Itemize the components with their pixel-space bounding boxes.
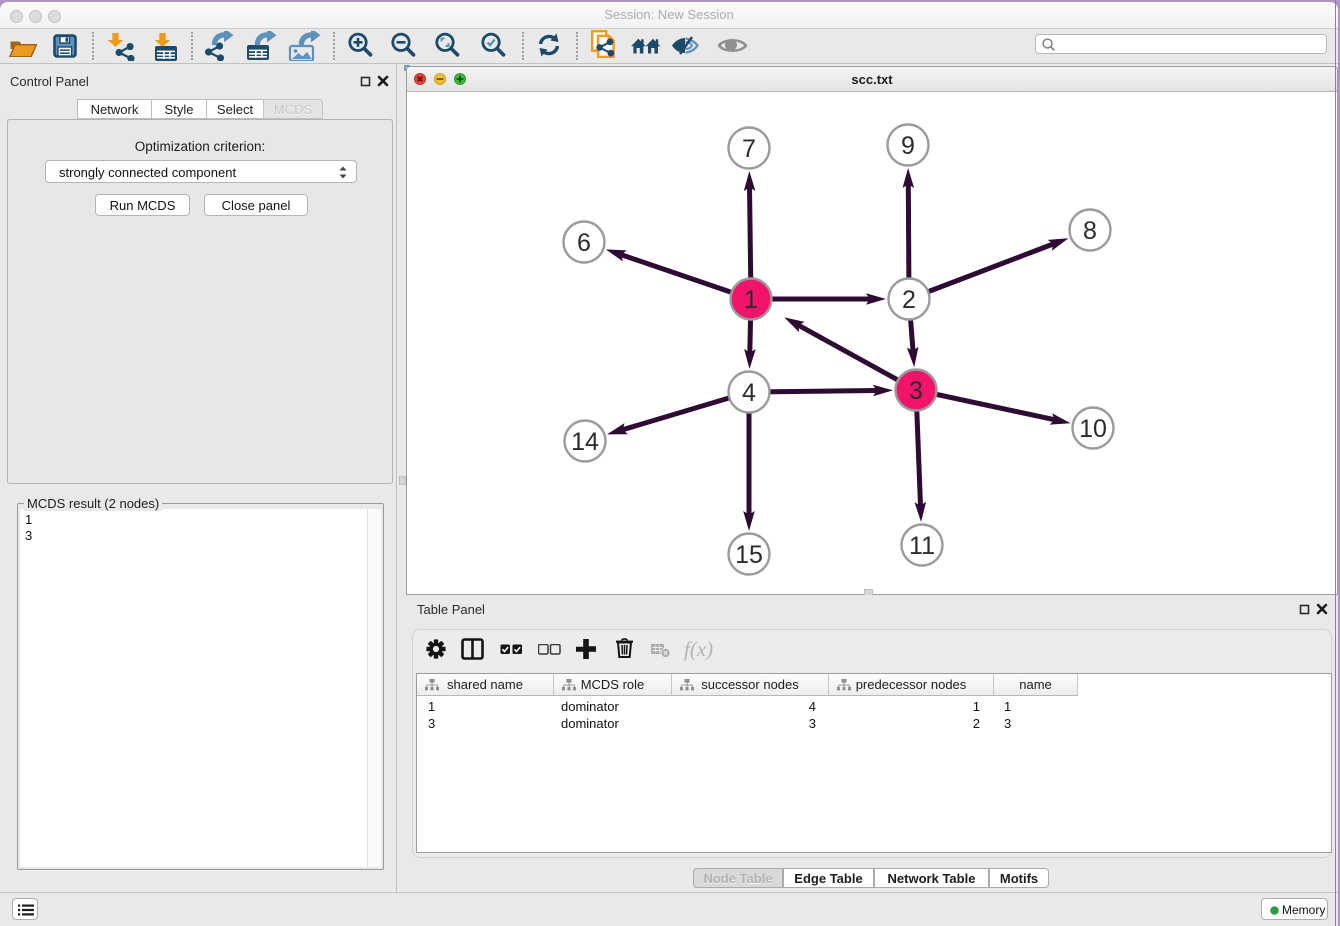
- svg-text:2: 2: [902, 286, 916, 314]
- svg-text:8: 8: [1083, 217, 1097, 245]
- svg-text:10: 10: [1079, 415, 1107, 443]
- svg-text:15: 15: [735, 541, 763, 569]
- svg-text:11: 11: [909, 532, 935, 560]
- svg-text:6: 6: [577, 229, 591, 257]
- svg-text:1: 1: [744, 286, 758, 314]
- svg-text:14: 14: [571, 428, 599, 456]
- svg-text:3: 3: [909, 377, 923, 405]
- svg-text:7: 7: [742, 135, 756, 163]
- svg-text:4: 4: [742, 379, 756, 407]
- svg-text:9: 9: [901, 132, 915, 160]
